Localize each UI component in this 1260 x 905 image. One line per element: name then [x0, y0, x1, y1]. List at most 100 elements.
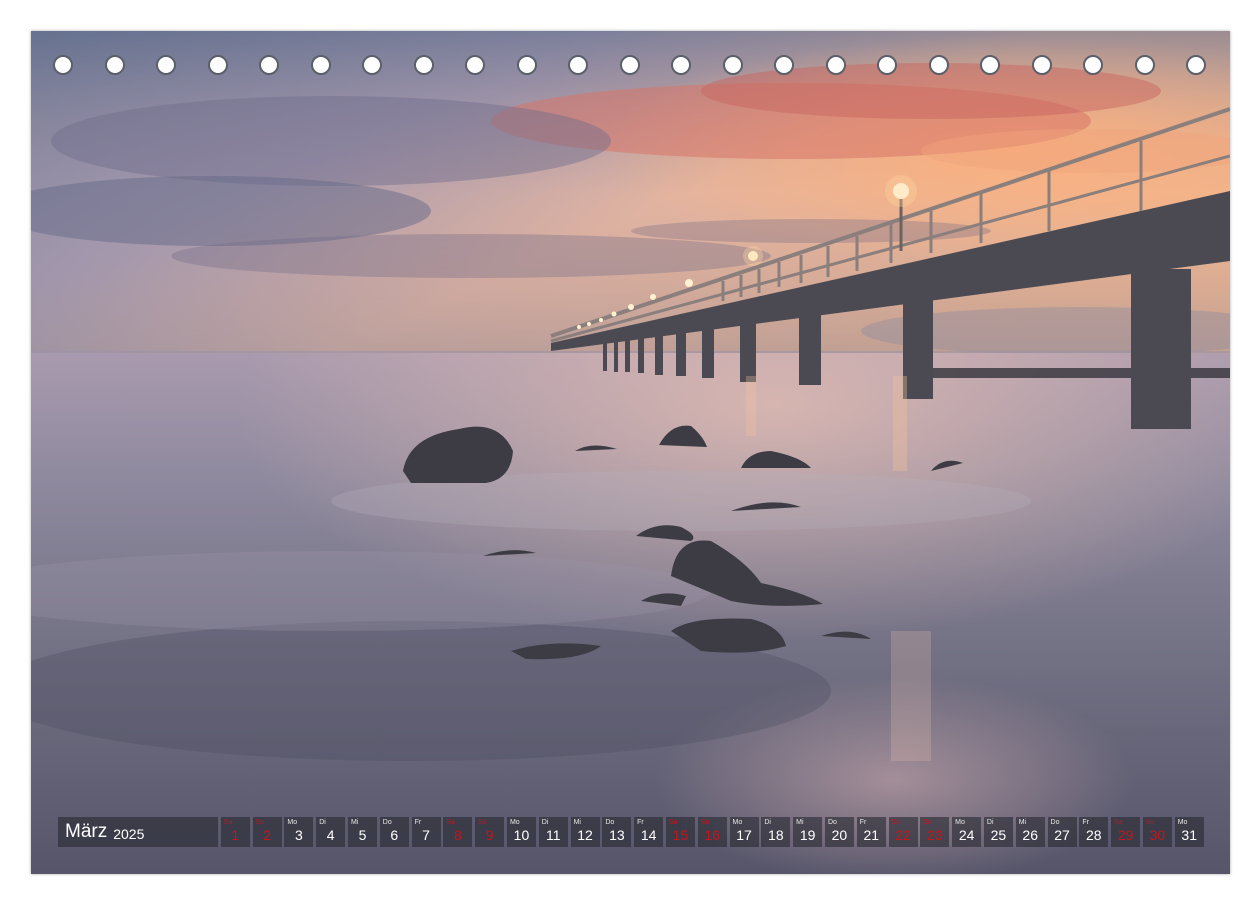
weekday-label: So	[923, 819, 932, 826]
weekday-label: Do	[382, 819, 392, 826]
binding-hole	[156, 55, 176, 75]
binding-hole	[619, 55, 640, 75]
binding-hole	[825, 55, 846, 75]
weekday-label: So	[478, 819, 487, 826]
day-cell: Fr 7	[411, 817, 441, 847]
binding-hole	[413, 55, 434, 75]
day-number: 6	[390, 827, 399, 843]
day-cell: Sa 22	[888, 817, 918, 847]
day-number: 3	[294, 827, 303, 843]
weekday-label: Mo	[287, 819, 298, 826]
binding-hole	[516, 55, 537, 75]
day-number: 5	[358, 827, 367, 843]
day-cell: So 23	[920, 817, 950, 847]
day-number: 18	[768, 827, 784, 843]
weekday-label: Do	[827, 819, 837, 826]
weekday-label: So	[700, 819, 710, 826]
weekday-label: Sa	[891, 819, 901, 826]
binding-hole	[259, 55, 279, 75]
weekday-label: Fr	[859, 819, 867, 826]
day-number: 8	[453, 827, 462, 843]
day-number: 7	[422, 827, 430, 843]
day-cell: Mo 31	[1174, 817, 1204, 847]
day-cell: Mo 24	[952, 817, 982, 847]
day-cell: Di 11	[538, 817, 568, 847]
binding-hole	[465, 55, 485, 75]
day-number: 13	[609, 827, 625, 843]
day-cell: Fr 14	[634, 817, 664, 847]
day-number: 17	[736, 827, 752, 843]
weekday-label: Mi	[796, 819, 804, 826]
day-number: 15	[672, 827, 689, 843]
day-cell: Mi 5	[347, 817, 377, 847]
binding-hole	[1083, 55, 1103, 75]
day-number: 10	[513, 827, 530, 843]
pier-sunset-photo	[31, 31, 1230, 874]
day-cell: Do 20	[824, 817, 854, 847]
day-cell: Sa 1	[220, 817, 250, 847]
weekday-label: Mi	[1018, 819, 1027, 826]
day-cell: Do 27	[1047, 817, 1077, 847]
day-number: 19	[799, 827, 816, 843]
weekday-label: Fr	[414, 819, 422, 826]
day-cell: Mo 17	[729, 817, 759, 847]
weekday-label: Mo	[955, 819, 965, 826]
weekday-label: So	[255, 819, 265, 826]
day-cell: Sa 8	[443, 817, 473, 847]
weekday-label: Di	[541, 819, 549, 826]
binding-hole	[1031, 55, 1052, 75]
month-name: März	[65, 821, 108, 842]
day-number: 29	[1117, 827, 1134, 843]
weekday-label: So	[1145, 819, 1155, 826]
day-number: 2	[263, 827, 271, 843]
day-cell: Di 4	[316, 817, 346, 847]
binding-hole	[104, 55, 125, 75]
weekday-label: Mo	[1177, 819, 1188, 826]
weekday-label: Do	[1050, 819, 1060, 826]
binding-hole	[310, 55, 331, 75]
day-number: 12	[577, 827, 593, 843]
day-number: 1	[231, 827, 240, 843]
day-cell: Fr 21	[856, 817, 886, 847]
weekday-label: Fr	[637, 819, 644, 826]
binding-hole	[671, 55, 691, 75]
day-number: 9	[485, 827, 494, 843]
day-number: 24	[958, 827, 975, 843]
calendar-bar: März 2025 Sa 1 So 2 Mo 3 Di 4 Mi 5 Do 6 Fr 7 Sa 8 So 9 Mo 1…	[58, 817, 1204, 847]
day-cell: Mo 3	[284, 817, 314, 847]
binding-hole	[362, 55, 382, 75]
weekday-label: Mi	[573, 819, 581, 826]
binding-hole	[774, 55, 794, 75]
binding-hole	[53, 55, 73, 75]
day-cell: Mi 19	[793, 817, 823, 847]
day-number: 11	[545, 827, 561, 843]
weekday-label: Sa	[446, 819, 455, 826]
day-cell: So 2	[252, 817, 282, 847]
day-cell: Mo 10	[506, 817, 536, 847]
weekday-label: Mi	[350, 819, 359, 826]
month-year: 2025	[113, 825, 145, 842]
day-number: 21	[863, 827, 880, 843]
day-number: 4	[326, 827, 335, 843]
day-cell: Mi 26	[1015, 817, 1045, 847]
day-number: 14	[640, 827, 657, 843]
day-cell: Fr 28	[1079, 817, 1109, 847]
day-cell: So 30	[1142, 817, 1172, 847]
binding-hole	[207, 55, 228, 75]
day-cell: So 9	[475, 817, 505, 847]
weekday-label: Sa	[223, 819, 233, 826]
binding-hole	[1134, 55, 1155, 75]
day-cell: Do 13	[602, 817, 632, 847]
binding-hole	[877, 55, 897, 75]
day-cell: Sa 29	[1111, 817, 1141, 847]
day-cell: Sa 15	[665, 817, 695, 847]
month-label: März 2025	[58, 817, 218, 847]
day-number: 31	[1181, 827, 1197, 843]
day-number: 16	[704, 827, 721, 843]
binding-hole	[568, 55, 588, 75]
day-number: 26	[1022, 827, 1038, 843]
weekday-label: Sa	[1114, 819, 1123, 826]
day-number: 28	[1086, 827, 1102, 843]
day-number: 25	[990, 827, 1007, 843]
binding-hole	[980, 55, 1000, 75]
